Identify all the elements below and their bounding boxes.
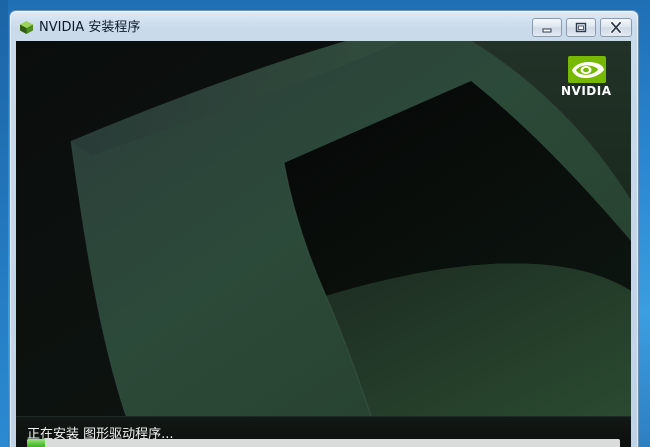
window-title: NVIDIA 安装程序 xyxy=(39,20,141,35)
nvidia-logo-text: NVIDIA xyxy=(561,84,612,98)
background-artwork xyxy=(16,41,631,416)
close-icon xyxy=(609,20,623,35)
minimize-button[interactable] xyxy=(532,18,562,37)
close-button[interactable] xyxy=(600,18,632,37)
installation-progress-bar xyxy=(27,439,620,447)
restore-icon xyxy=(575,22,587,33)
minimize-icon xyxy=(542,28,552,33)
nvidia-cube-icon xyxy=(20,21,33,34)
progress-fill xyxy=(27,439,45,447)
caption-buttons xyxy=(528,18,632,37)
installer-window: NVIDIA 安装程序 NVIDIA 正在安装 图形驱动程序... xyxy=(9,10,639,447)
title-bar[interactable]: NVIDIA 安装程序 xyxy=(10,11,638,41)
installer-content: NVIDIA 正在安装 图形驱动程序... xyxy=(16,41,631,447)
desktop-background xyxy=(0,0,8,447)
restore-button[interactable] xyxy=(566,18,596,37)
